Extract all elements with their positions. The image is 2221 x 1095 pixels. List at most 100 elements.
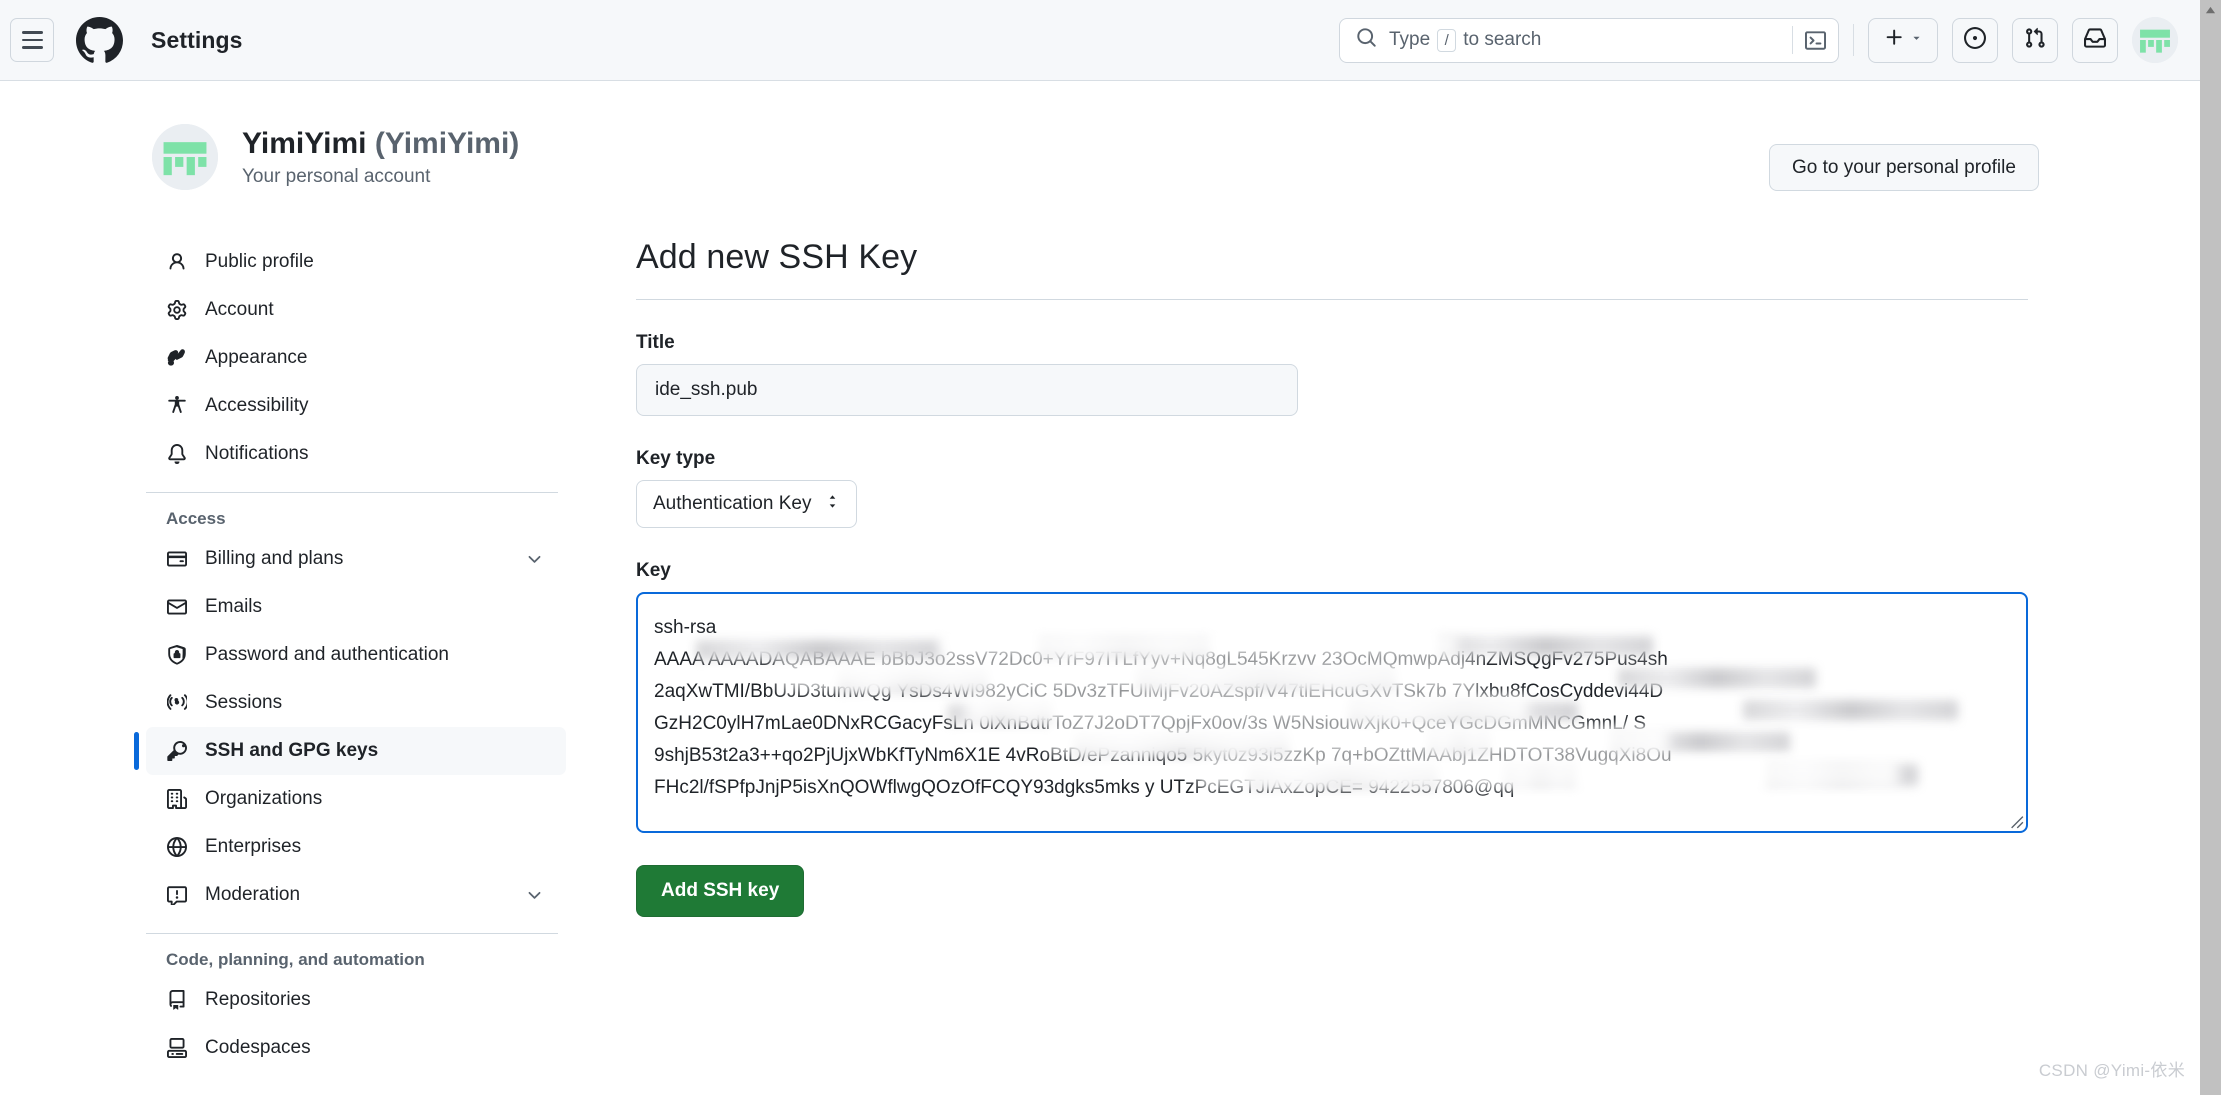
key-textarea[interactable]: ssh-rsa AAAA AAAADAQABAAAE bBbJ3o2ssV72D… [636, 592, 2028, 833]
add-ssh-key-button[interactable]: Add SSH key [636, 865, 805, 917]
report-icon [166, 884, 188, 906]
sidebar-item-billing-and-plans[interactable]: Billing and plans [146, 535, 566, 583]
account-name-line: YimiYimi (YimiYimi) [242, 126, 519, 162]
chevron-down-icon [1910, 31, 1923, 49]
account-header: YimiYimi (YimiYimi) Your personal accoun… [152, 124, 519, 190]
redaction-overlay [968, 694, 1528, 722]
main-content: Add new SSH Key Title Key type Authentic… [636, 238, 2028, 917]
sidebar-item-sessions[interactable]: Sessions [146, 679, 566, 727]
header-divider [1853, 24, 1854, 56]
sidebar-item-password-and-authentication[interactable]: Password and authentication [146, 631, 566, 679]
settings-page: Settings Type / to search YimiYimi (Yimi… [0, 0, 2221, 1095]
sidebar-item-label: Password and authentication [205, 644, 449, 665]
title-input[interactable] [636, 364, 1298, 416]
sidebar-item-label: Enterprises [205, 836, 302, 857]
paintbrush-icon [166, 347, 188, 369]
account-subtitle: Your personal account [242, 166, 431, 187]
sidebar-item-ssh-and-gpg-keys[interactable]: SSH and GPG keys [134, 727, 566, 775]
page-title[interactable]: Settings [151, 27, 243, 54]
sidebar-item-organizations[interactable]: Organizations [146, 775, 566, 823]
redaction-overlay [938, 632, 1458, 658]
sidebar-item-label: Emails [205, 596, 263, 617]
redaction-overlay [1438, 636, 1653, 656]
git-pull-request-icon [2024, 27, 2046, 54]
avatar[interactable] [2132, 17, 2178, 63]
gear-icon [166, 299, 188, 321]
sidebar-item-account[interactable]: Account [146, 286, 566, 334]
global-header: Settings Type / to search [0, 0, 2200, 81]
sidebar-item-label: Moderation [205, 884, 301, 905]
sidebar-divider [146, 492, 558, 493]
person-icon [166, 251, 188, 273]
sidebar-divider [146, 933, 558, 934]
sidebar-item-label: Organizations [205, 788, 323, 809]
account-name: YimiYimi [242, 127, 367, 160]
section-title: Add new SSH Key [636, 238, 918, 276]
sidebar-item-label: Sessions [205, 692, 283, 713]
sidebar-item-label: Account [205, 299, 274, 320]
redaction-overlay [1743, 700, 1958, 720]
redaction-overlay [778, 662, 1478, 690]
pull-requests-button[interactable] [2012, 17, 2058, 63]
key-field-label: Key [636, 560, 671, 581]
key-icon [166, 740, 188, 762]
search-icon [1356, 27, 1377, 53]
github-logo-icon[interactable] [76, 16, 123, 64]
title-divider [636, 299, 2028, 300]
globe-icon [166, 836, 188, 858]
sidebar-item-public-profile[interactable]: Public profile [146, 238, 566, 286]
scroll-up-arrow-icon[interactable] [2205, 3, 2216, 21]
sidebar-item-label: Repositories [205, 989, 311, 1010]
inbox-button[interactable] [2072, 17, 2118, 63]
organization-icon [166, 788, 188, 810]
redaction-overlay [1048, 726, 1668, 754]
sidebar-item-moderation[interactable]: Moderation [146, 871, 566, 919]
issues-button[interactable] [1952, 17, 1998, 63]
broadcast-icon [166, 692, 188, 714]
sidebar-item-enterprises[interactable]: Enterprises [146, 823, 566, 871]
hamburger-icon[interactable] [10, 18, 54, 62]
search-input[interactable]: Type / to search [1339, 17, 1839, 63]
redaction-overlay [1198, 758, 1898, 788]
profile-avatar[interactable] [152, 124, 218, 190]
chevron-down-icon[interactable] [525, 550, 544, 569]
sidebar-item-accessibility[interactable]: Accessibility [146, 382, 566, 430]
inbox-icon [2084, 27, 2106, 54]
search-placeholder: Type / to search [1389, 28, 1542, 52]
slash-key-hint: / [1437, 28, 1457, 52]
sidebar-group-code-planning-automation: Code, planning, and automation [166, 950, 425, 969]
sidebar-item-notifications[interactable]: Notifications [146, 430, 566, 478]
sidebar-item-emails[interactable]: Emails [146, 583, 566, 631]
plus-icon [1884, 27, 1905, 53]
account-handle: (YimiYimi) [374, 127, 520, 160]
chevron-down-icon[interactable] [525, 886, 544, 905]
bell-icon [166, 443, 188, 465]
create-new-button[interactable] [1868, 17, 1938, 63]
key-type-select[interactable]: Authentication Key [636, 480, 858, 528]
terminal-icon[interactable] [1792, 26, 1826, 54]
redaction-overlay [696, 640, 944, 660]
title-field-label: Title [636, 332, 675, 353]
page-scrollbar[interactable] [2200, 0, 2221, 1095]
sidebar-item-label: Notifications [205, 443, 309, 464]
issue-opened-icon [1964, 26, 1986, 54]
sidebar-item-label: Codespaces [205, 1037, 311, 1058]
repo-icon [166, 989, 188, 1011]
sidebar-item-label: Appearance [205, 347, 308, 368]
account-identity: YimiYimi (YimiYimi) Your personal accoun… [242, 126, 519, 188]
mail-icon [166, 596, 188, 618]
go-to-personal-profile-button[interactable]: Go to your personal profile [1769, 144, 2039, 191]
key-type-selected-value: Authentication Key [653, 493, 812, 514]
codespaces-icon [166, 1037, 188, 1059]
header-actions: Type / to search [1339, 17, 2200, 63]
sidebar-item-codespaces[interactable]: Codespaces [146, 1024, 566, 1072]
watermark: CSDN @Yimi-依米 [2038, 1061, 2185, 1080]
key-type-field-label: Key type [636, 448, 716, 469]
redaction-overlay [1618, 668, 1816, 688]
resize-grip[interactable] [2006, 811, 2024, 829]
accessibility-icon [166, 395, 188, 417]
sidebar-item-label: SSH and GPG keys [205, 740, 379, 761]
sidebar-item-appearance[interactable]: Appearance [146, 334, 566, 382]
sidebar-item-repositories[interactable]: Repositories [146, 976, 566, 1024]
shield-lock-icon [166, 644, 188, 666]
